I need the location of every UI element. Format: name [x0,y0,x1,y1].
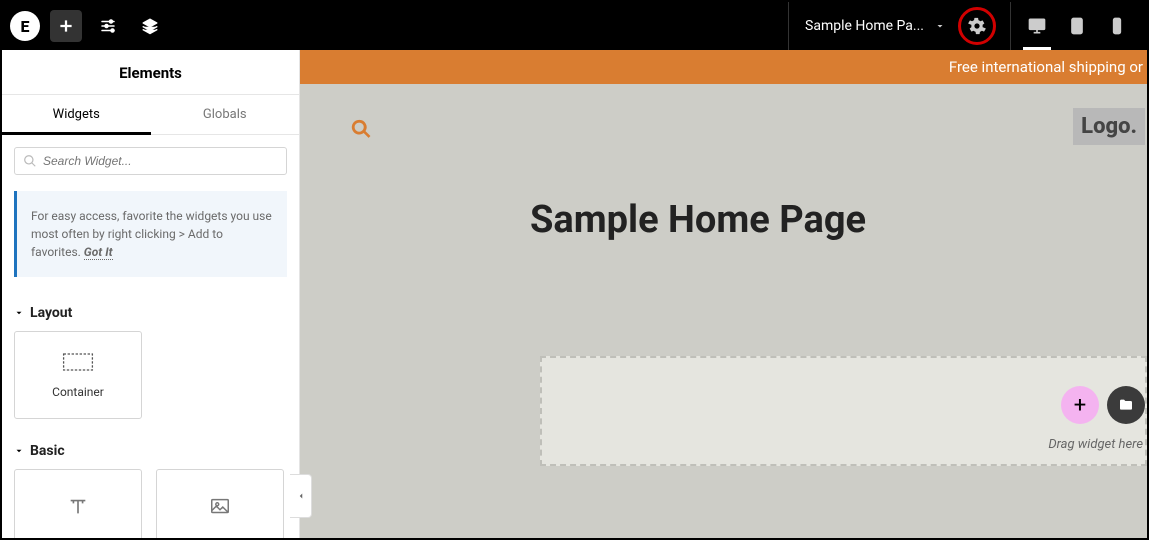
image-icon [206,496,234,518]
tip-text: For easy access, favorite the widgets yo… [31,209,272,259]
tab-widgets[interactable]: Widgets [2,95,151,135]
empty-section-dropzone[interactable]: + Drag widget here [540,356,1147,466]
top-bar: E Sample Home Pa... [2,2,1147,50]
chevron-down-icon [934,20,946,32]
site-search-trigger[interactable] [350,118,372,144]
basic-widgets-grid [2,469,299,538]
tip-gotit-link[interactable]: Got It [84,245,113,260]
favorites-tip: For easy access, favorite the widgets yo… [14,191,287,277]
page-title-display[interactable]: Sample Home Pa... [805,18,924,34]
sliders-icon [99,17,117,35]
site-logo-placeholder[interactable]: Logo. [1073,108,1145,145]
widget-label: Container [52,385,104,399]
container-icon [62,352,94,372]
add-element-button[interactable] [50,10,82,42]
page-switcher[interactable] [930,16,950,36]
text-icon [64,496,92,518]
desktop-icon [1027,16,1047,36]
mobile-icon [1107,16,1127,36]
device-tablet-button[interactable] [1061,10,1093,42]
editor-canvas[interactable]: Free international shipping or Logo. Sam… [300,50,1147,538]
elements-panel: Elements Widgets Globals For easy access… [2,50,300,538]
panel-collapse-handle[interactable] [290,474,312,518]
highlight-ring [958,7,996,45]
widget-container[interactable]: Container [14,331,142,419]
device-desktop-button[interactable] [1021,10,1053,42]
chevron-left-icon [296,491,306,501]
gear-icon[interactable] [968,17,986,35]
structure-button[interactable] [134,10,166,42]
drop-hint-text: Drag widget here [1048,437,1143,452]
device-mobile-button[interactable] [1101,10,1133,42]
separator [1010,2,1011,50]
announcement-bar: Free international shipping or [300,50,1147,84]
panel-tabs: Widgets Globals [2,95,299,135]
elementor-logo[interactable]: E [10,11,40,41]
section-header-layout[interactable]: Layout [2,297,299,331]
caret-down-icon [14,446,24,456]
search-input[interactable] [43,154,278,168]
site-settings-button[interactable] [92,10,124,42]
announcement-text: Free international shipping or [949,58,1143,76]
page-heading[interactable]: Sample Home Page [530,198,866,242]
layers-icon [141,17,159,35]
search-icon [350,118,372,140]
section-header-basic[interactable]: Basic [2,435,299,469]
layout-widgets-grid: Container [2,331,299,435]
separator [788,2,789,50]
widget-image[interactable] [156,469,284,538]
tab-globals[interactable]: Globals [151,95,300,135]
panel-title: Elements [2,50,299,95]
plus-icon: + [1074,393,1086,418]
template-library-button[interactable] [1107,386,1145,424]
add-widget-button[interactable]: + [1061,386,1099,424]
tablet-icon [1067,16,1087,36]
plus-icon [57,17,75,35]
widget-search[interactable] [14,147,287,175]
search-icon [23,154,37,168]
caret-down-icon [14,308,24,318]
widget-heading[interactable] [14,469,142,538]
folder-icon [1118,397,1134,413]
